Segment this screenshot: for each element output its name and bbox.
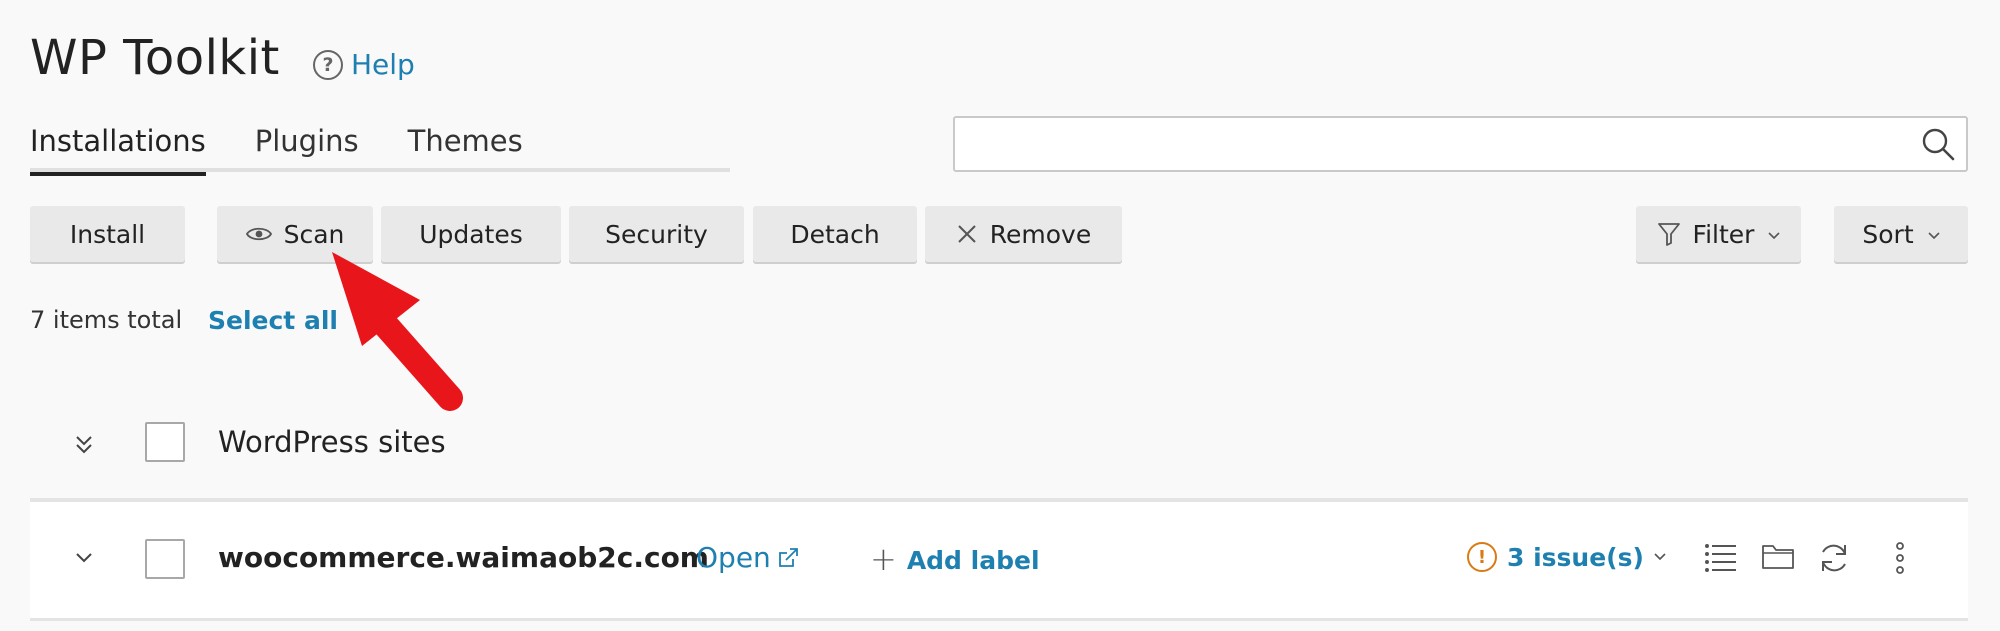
add-label-link[interactable]: + Add label — [870, 540, 1040, 578]
updates-button[interactable]: Updates — [381, 206, 561, 262]
list-icon[interactable] — [1704, 542, 1738, 572]
site-checkbox[interactable] — [145, 539, 185, 579]
group-label: WordPress sites — [218, 425, 446, 459]
refresh-icon[interactable] — [1817, 542, 1851, 574]
site-domain[interactable]: woocommerce.waimaob2c.com — [218, 541, 709, 574]
funnel-icon — [1657, 221, 1681, 247]
sort-button[interactable]: Sort — [1834, 206, 1968, 262]
open-label: Open — [696, 541, 771, 574]
select-all-link[interactable]: Select all — [208, 306, 338, 335]
filter-button[interactable]: Filter — [1636, 206, 1801, 262]
tab-installations[interactable]: Installations — [30, 120, 206, 176]
install-button[interactable]: Install — [30, 206, 185, 262]
search-input[interactable] — [955, 118, 1966, 170]
sort-label: Sort — [1862, 219, 1914, 249]
group-checkbox[interactable] — [145, 422, 185, 462]
tab-bar: Installations Plugins Themes — [30, 120, 730, 176]
detach-label: Detach — [790, 219, 880, 249]
kebab-icon[interactable] — [1894, 542, 1906, 574]
items-total: 7 items total — [30, 306, 183, 334]
filter-label: Filter — [1692, 219, 1755, 249]
x-icon — [956, 223, 978, 245]
eye-icon — [245, 225, 272, 243]
install-label: Install — [69, 219, 146, 249]
group-header-row: WordPress sites — [30, 403, 1968, 499]
chevron-down-icon — [1768, 225, 1781, 244]
chevron-down-icon — [1928, 225, 1940, 244]
security-label: Security — [605, 219, 708, 249]
wp-toolkit-page: WP Toolkit ? Help Installations Plugins … — [0, 0, 2000, 631]
help-label: Help — [351, 48, 415, 81]
site-row: woocommerce.waimaob2c.com Open + Add lab… — [30, 502, 1968, 618]
search-box — [953, 116, 1968, 172]
security-button[interactable]: Security — [569, 206, 744, 262]
help-link[interactable]: ? Help — [313, 48, 415, 81]
scan-label: Scan — [283, 219, 345, 249]
remove-label: Remove — [989, 219, 1092, 249]
folder-icon[interactable] — [1761, 542, 1795, 570]
exclamation-circle-icon: ! — [1467, 542, 1497, 572]
chevron-down-icon — [1654, 553, 1666, 561]
divider — [30, 618, 1968, 621]
scan-button[interactable]: Scan — [217, 206, 373, 262]
question-circle-icon: ? — [313, 49, 343, 80]
tab-themes[interactable]: Themes — [408, 120, 523, 172]
search-icon[interactable] — [1920, 126, 1956, 162]
plus-icon: + — [870, 540, 897, 578]
open-site-link[interactable]: Open — [696, 541, 799, 574]
issues-label: 3 issue(s) — [1507, 542, 1644, 572]
page-title: WP Toolkit — [30, 30, 280, 86]
issues-dropdown[interactable]: ! 3 issue(s) — [1467, 542, 1666, 572]
external-link-icon — [777, 547, 799, 569]
updates-label: Updates — [419, 219, 523, 249]
remove-button[interactable]: Remove — [925, 206, 1122, 262]
add-label-text: Add label — [906, 546, 1040, 575]
tab-plugins[interactable]: Plugins — [255, 120, 359, 172]
double-chevron-down-icon[interactable] — [70, 431, 98, 459]
chevron-down-icon[interactable] — [70, 544, 98, 572]
detach-button[interactable]: Detach — [753, 206, 917, 262]
